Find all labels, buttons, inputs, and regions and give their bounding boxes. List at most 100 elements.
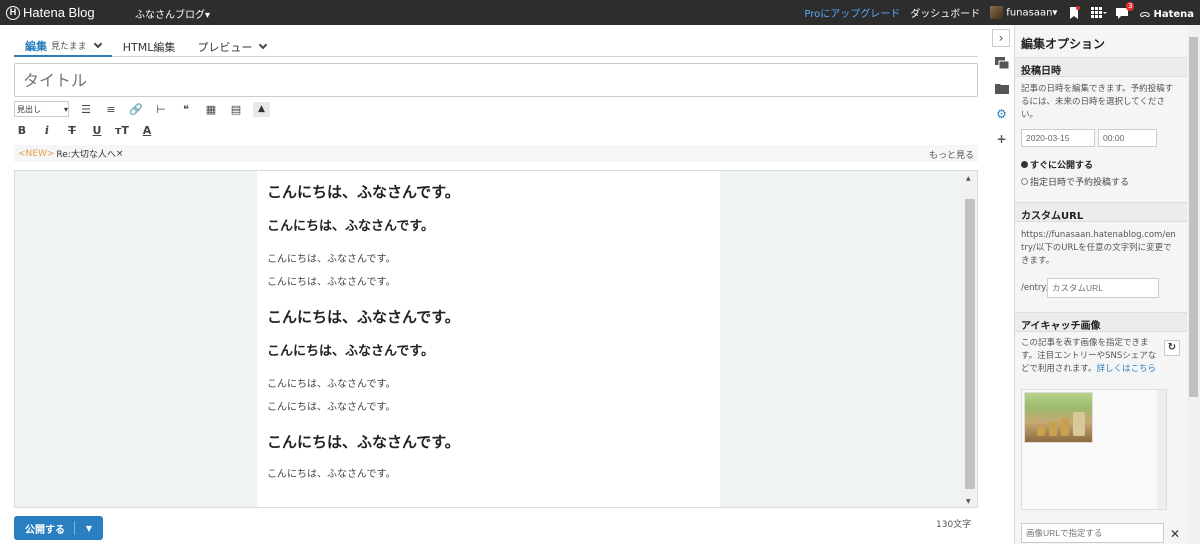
char-count: 130文字 [936, 520, 972, 530]
clear-icon[interactable]: ✕ [1170, 527, 1180, 541]
radio-publish-now[interactable]: すぐに公開する [1021, 158, 1093, 171]
text-style-toolbar: B i T U тT A [14, 122, 155, 138]
eyecatch-help: この記事を表す画像を指定できます。注目エントリーやSNSシェアなどで利用されます… [1021, 337, 1161, 376]
notification-badge: 3 [1125, 1, 1135, 11]
chevron-down-icon[interactable] [259, 40, 268, 49]
radio-schedule[interactable]: 指定日時で予約投稿する [1021, 175, 1129, 188]
chevron-right-icon[interactable]: › [992, 29, 1010, 47]
url-prefix: /entry/ [1021, 283, 1050, 293]
date-section-heading: 投稿日時 [1015, 57, 1187, 77]
date-field[interactable] [1021, 129, 1095, 147]
panel-scrollbar[interactable] [1187, 25, 1200, 544]
link-icon[interactable]: 🔗 [128, 103, 144, 116]
tab-label: 編集 [25, 39, 47, 53]
text-color-icon[interactable]: A [139, 124, 155, 137]
scroll-down-icon[interactable]: ▼ [966, 498, 971, 505]
apps-grid-icon[interactable] [1091, 6, 1108, 20]
content-paragraph: こんにちは、ふなさんです。 [267, 402, 396, 413]
numbered-list-icon[interactable]: ≡ [103, 103, 119, 116]
scroll-up-icon[interactable]: ▲ [966, 175, 971, 182]
editor-scrollbar[interactable]: ▲ ▼ [963, 171, 977, 507]
username: funasaan▾ [1006, 7, 1058, 19]
editor-page[interactable]: こんにちは、ふなさんです。 こんにちは、ふなさんです。 こんにちは、ふなさんです… [257, 171, 720, 507]
publish-label: 公開する [25, 524, 65, 536]
strikethrough-icon[interactable]: T [64, 124, 80, 137]
chevron-down-icon[interactable] [93, 39, 102, 48]
radio-label: すぐに公開する [1030, 161, 1094, 171]
user-menu[interactable]: funasaan▾ [990, 6, 1057, 19]
avatar [990, 6, 1004, 19]
thumbnail-coin [1061, 418, 1069, 436]
details-link[interactable]: 詳しくはこちら [1096, 364, 1156, 374]
time-field[interactable] [1098, 129, 1157, 147]
radio-on-icon [1021, 161, 1028, 168]
date-help: 記事の日時を編集できます。予約投稿するには、未来の日時を選択してください。 [1021, 84, 1174, 120]
collapse-toolbar-icon[interactable]: ▲ [253, 101, 270, 117]
new-entry-link[interactable]: Re:大切な人へ [56, 147, 115, 160]
new-entry-bar: <NEW> Re:大切な人へ × もっと見る [14, 145, 978, 162]
thumbnail-coin [1049, 422, 1057, 436]
refresh-icon[interactable]: ↻ [1164, 340, 1180, 356]
tab-sublabel: 見たまま [51, 42, 87, 52]
eyecatch-image-list[interactable] [1021, 389, 1167, 510]
custom-url-heading: カスタムURL [1015, 202, 1187, 222]
publish-button[interactable]: 公開する ▼ [14, 516, 103, 540]
editor-scroll-thumb[interactable] [965, 199, 975, 489]
horizontal-rule-icon[interactable]: ⊢ [153, 103, 169, 116]
content-heading-large: こんにちは、ふなさんです。 [267, 433, 460, 451]
top-bar: H Hatena Blog ふなさんブログ▾ Proにアップグレード ダッシュボ… [0, 0, 1200, 25]
content-heading-large: こんにちは、ふなさんです。 [267, 308, 460, 326]
dashboard-link[interactable]: ダッシュボード [910, 5, 980, 20]
quote-icon[interactable]: ❝ [178, 103, 194, 116]
italic-icon[interactable]: i [39, 124, 55, 137]
content-paragraph: こんにちは、ふなさんです。 [267, 379, 396, 390]
tab-visual-edit[interactable]: 編集 見たまま [14, 36, 112, 57]
font-size-icon[interactable]: тT [114, 124, 130, 137]
hatena-menu[interactable]: ᯅ Hatena [1139, 6, 1194, 20]
folder-icon[interactable] [994, 82, 1009, 97]
bullet-list-icon[interactable]: ☰ [78, 103, 94, 116]
hatena-label: Hatena [1153, 8, 1194, 20]
heading-select-value: 見出し [17, 104, 41, 114]
pro-upgrade-link[interactable]: Proにアップグレード [804, 5, 900, 20]
gear-icon[interactable]: ⚙ [994, 107, 1009, 122]
hatena-mark-icon: ᯅ [1139, 8, 1151, 20]
image-list-scrollbar[interactable] [1157, 390, 1166, 509]
hatena-blog-logo[interactable]: H Hatena Blog [6, 4, 95, 21]
image-url-input[interactable] [1021, 523, 1164, 543]
content-heading-medium: こんにちは、ふなさんです。 [267, 344, 435, 359]
editor-mode-tabs: 編集 見たまま HTML編集 プレビュー [14, 36, 978, 57]
more-break-icon[interactable]: ▤ [228, 103, 244, 116]
close-icon[interactable]: × [116, 149, 124, 159]
bookmark-icon[interactable] [1067, 5, 1081, 20]
tab-html-edit[interactable]: HTML編集 [112, 36, 187, 57]
radio-label: 指定日時で予約投稿する [1030, 178, 1130, 188]
notification-icon[interactable]: 3 [1115, 1, 1135, 20]
blog-selector[interactable]: ふなさんブログ▾ [135, 6, 210, 21]
new-tag: <NEW> [18, 148, 55, 159]
plus-icon[interactable]: + [994, 132, 1009, 147]
editor-area[interactable]: こんにちは、ふなさんです。 こんにちは、ふなさんです。 こんにちは、ふなさんです… [14, 170, 978, 508]
eyecatch-heading: アイキャッチ画像 [1015, 312, 1187, 332]
content-heading-medium: こんにちは、ふなさんです。 [267, 219, 435, 234]
bold-icon[interactable]: B [14, 124, 30, 137]
custom-url-input[interactable] [1047, 278, 1159, 298]
eyecatch-thumbnail[interactable] [1024, 392, 1093, 443]
panel-scroll-thumb[interactable] [1189, 37, 1198, 397]
hatena-logo-icon: H [6, 5, 20, 20]
content-paragraph: こんにちは、ふなさんです。 [267, 277, 396, 288]
options-rail: › ⚙ + [988, 25, 1014, 544]
title-input[interactable] [14, 63, 978, 97]
thumbnail-coin [1037, 426, 1045, 436]
tab-preview[interactable]: プレビュー [186, 36, 277, 57]
chevron-down-icon[interactable]: ▼ [75, 524, 103, 533]
preview-windows-icon[interactable] [994, 57, 1009, 72]
content-heading-large: こんにちは、ふなさんです。 [267, 183, 460, 201]
table-icon[interactable]: ▦ [203, 103, 219, 116]
content-paragraph: こんにちは、ふなさんです。 [267, 254, 396, 265]
more-link[interactable]: もっと見る [929, 148, 974, 161]
tab-label: HTML編集 [122, 40, 176, 54]
logo-text: Hatena Blog [23, 5, 95, 20]
heading-select[interactable]: 見出し ▾ [14, 101, 69, 117]
underline-icon[interactable]: U [89, 124, 105, 137]
